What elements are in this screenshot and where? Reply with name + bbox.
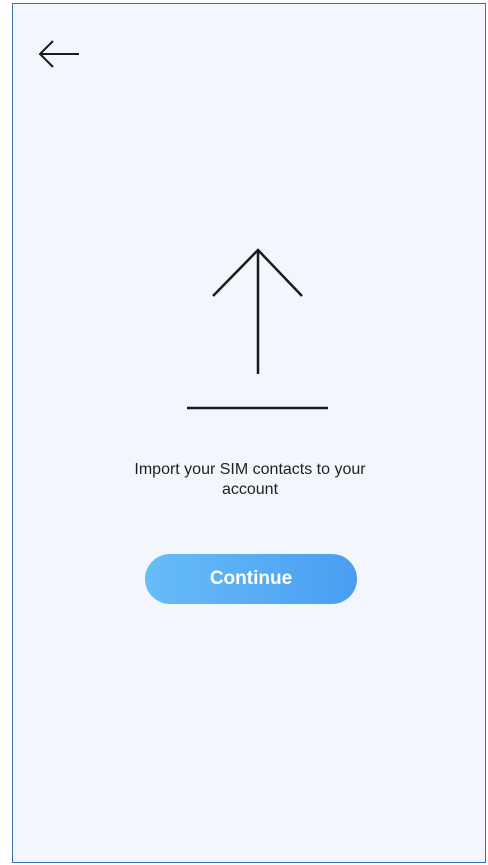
arrow-left-icon bbox=[38, 40, 79, 68]
import-message: Import your SIM contacts to your account bbox=[83, 460, 417, 500]
continue-button[interactable]: Continue bbox=[145, 554, 357, 604]
app-screen: Import your SIM contacts to your account… bbox=[12, 3, 486, 863]
upload-illustration bbox=[183, 244, 333, 414]
back-button[interactable] bbox=[37, 34, 81, 74]
import-message-line-1: Import your SIM contacts to your bbox=[134, 461, 366, 478]
upload-arrow-icon bbox=[187, 248, 328, 410]
import-message-line-2: account bbox=[221, 481, 279, 498]
